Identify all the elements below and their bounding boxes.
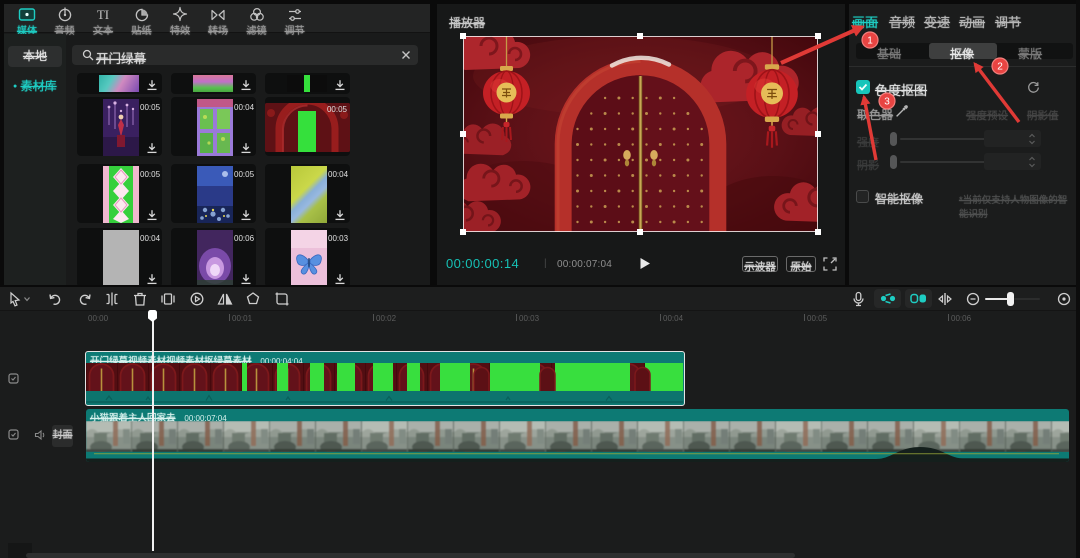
svg-text:TI: TI <box>97 7 109 22</box>
